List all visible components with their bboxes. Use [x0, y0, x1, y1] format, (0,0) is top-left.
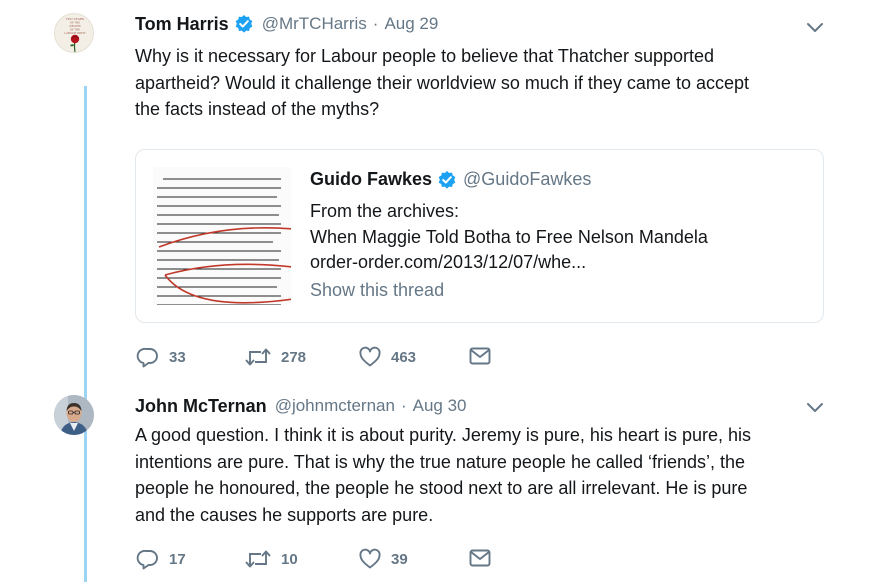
retweet-icon — [245, 550, 271, 568]
direct-message-button[interactable] — [469, 345, 491, 367]
chevron-down-icon[interactable] — [806, 402, 824, 414]
book-cover-line: LABOUR PARTY — [64, 31, 86, 35]
tweet-text-line: the facts instead of the myths? — [135, 99, 380, 119]
tweet-tom-harris[interactable]: TEN YEARS OF THE DEATH OF THE LABOUR PAR… — [0, 0, 869, 582]
tweet-text-line: intentions are pure. That is why the tru… — [135, 451, 746, 472]
separator-dot: · — [400, 396, 407, 415]
reply-count: 33 — [169, 348, 186, 366]
message-icon — [469, 549, 491, 567]
quoted-tweet-card[interactable]: Guido Fawkes @GuidoFawkes From the archi… — [135, 149, 824, 323]
like-count: 39 — [391, 550, 408, 568]
reply-button[interactable]: 33 — [136, 345, 186, 369]
quoted-text-line: From the archives: — [310, 201, 460, 221]
like-icon — [359, 346, 381, 367]
tweet-text-line: people he honoured, the people he stood … — [135, 478, 748, 498]
quoted-link[interactable]: order-order.com/2013/12/07/whe... — [310, 252, 586, 273]
quoted-display-name[interactable]: Guido Fawkes — [310, 169, 432, 190]
like-icon — [359, 548, 381, 569]
tweet-text-line: apartheid? Would it challenge their worl… — [135, 72, 749, 93]
show-thread-link[interactable]: Show this thread — [310, 280, 444, 301]
reply-count: 17 — [169, 550, 186, 568]
retweet-count: 278 — [281, 348, 307, 366]
separator-dot: · — [372, 14, 379, 33]
tweet-text: Why is it necessary for Labour people to… — [135, 43, 815, 123]
retweet-icon — [245, 348, 271, 366]
tweet-john-mcternan[interactable]: John McTernan @johnmcternan · Aug 30 A g… — [0, 385, 869, 579]
tweet-text-line: A good question. I think it is about pur… — [135, 425, 751, 445]
tweet-date[interactable]: Aug 30 — [413, 396, 467, 416]
display-name[interactable]: Tom Harris — [135, 14, 229, 35]
avatar[interactable]: TEN YEARS OF THE DEATH OF THE LABOUR PAR… — [54, 13, 94, 53]
avatar[interactable] — [54, 395, 94, 435]
retweet-button[interactable]: 278 — [244, 345, 306, 369]
tweet-text-line: and the causes he supports are pure. — [135, 504, 434, 525]
retweet-count: 10 — [281, 550, 298, 568]
user-handle[interactable]: @johnmcternan — [275, 396, 395, 416]
like-button[interactable]: 39 — [358, 547, 408, 571]
chevron-down-icon[interactable] — [806, 22, 824, 34]
user-handle[interactable]: @MrTCHarris — [262, 14, 367, 34]
tweet-date[interactable]: Aug 29 — [384, 14, 438, 34]
display-name[interactable]: John McTernan — [135, 396, 267, 417]
direct-message-button[interactable] — [469, 547, 491, 569]
verified-icon — [438, 170, 456, 189]
tweet-text: A good question. I think it is about pur… — [135, 422, 815, 528]
quoted-tweet-image — [153, 167, 291, 305]
tweet-actions: 17 10 39 — [136, 547, 496, 571]
reply-icon — [136, 347, 158, 368]
like-count: 463 — [391, 348, 417, 366]
like-button[interactable]: 463 — [358, 345, 416, 369]
book-cover-line: TEN YEARS — [66, 17, 84, 21]
tweet-text-line: Why is it necessary for Labour people to… — [135, 46, 714, 66]
quoted-text-line: When Maggie Told Botha to Free Nelson Ma… — [310, 227, 708, 247]
message-icon — [469, 347, 491, 365]
verified-icon — [235, 15, 253, 33]
retweet-button[interactable]: 10 — [244, 547, 298, 571]
tweet-actions: 33 278 463 — [136, 345, 496, 369]
reply-button[interactable]: 17 — [136, 547, 186, 571]
quoted-user-handle[interactable]: @GuidoFawkes — [463, 169, 591, 190]
reply-icon — [136, 549, 158, 570]
book-cover-line: DEATH — [69, 24, 81, 28]
